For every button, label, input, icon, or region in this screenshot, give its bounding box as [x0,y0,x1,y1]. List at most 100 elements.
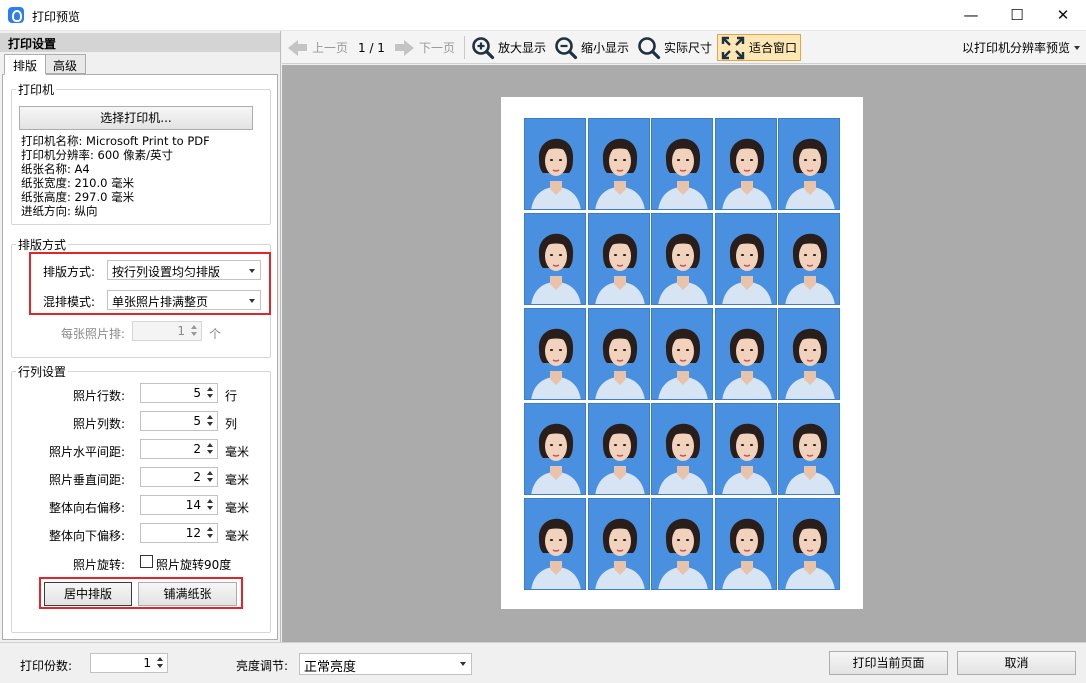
rotate-checkbox[interactable] [140,555,153,568]
arrow-left-icon [288,39,298,56]
offset-down-label: 整体向下偏移: [48,529,125,543]
per-photo-unit: 个 [209,327,222,341]
next-page-button[interactable]: 下一页 [395,31,455,64]
offset-down-stepper[interactable]: 12 [140,523,218,543]
photo-rows-value: 5 [193,386,201,400]
settings-panel: 打印设置 排版 高级 打印机 选择打印机... 打印机名称: Microsoft… [0,31,281,642]
fill-paper-button[interactable]: 铺满纸张 [138,582,237,606]
id-photo [714,498,777,590]
paper-height-text: 纸张高度: 297.0 毫米 [21,190,135,204]
v-spacing-label: 照片垂直间距: [48,473,125,487]
layout-mode-label: 排版方式: [43,265,96,279]
select-printer-button[interactable]: 选择打印机... [19,106,253,130]
id-photo [714,118,777,210]
photo-rows-stepper[interactable]: 5 [140,383,218,403]
tab-page-layout: 打印机 选择打印机... 打印机名称: Microsoft Print to P… [2,74,278,640]
h-spacing-stepper[interactable]: 2 [140,439,218,459]
rotate-checkbox-label[interactable]: 照片旋转90度 [156,556,231,573]
id-photo [778,213,840,305]
photo-rows-unit: 行 [225,389,238,403]
offset-down-unit: 毫米 [225,529,250,543]
id-photo [778,498,840,590]
printer-group-legend: 打印机 [18,83,55,97]
id-photo [651,308,713,400]
id-photo [778,118,840,210]
photo-cols-value: 5 [193,414,201,428]
offset-right-stepper[interactable]: 14 [140,495,218,515]
brightness-select[interactable]: 正常亮度 [299,653,472,675]
prev-page-button[interactable]: 上一页 [288,31,348,64]
preview-mode-label: 以打印机分辨率预览 [962,41,1071,55]
page-indicator: 1 / 1 [358,40,385,55]
paper-orientation-text: 进纸方向: 纵向 [21,204,98,218]
spinner-arrows-icon[interactable] [156,656,165,670]
id-photo [524,118,586,210]
zoom-out-label: 缩小显示 [581,41,630,55]
copies-label: 打印份数: [20,659,73,673]
zoom-in-button[interactable]: 放大显示 [471,31,546,64]
id-photo [587,118,650,210]
spinner-arrows-icon[interactable] [206,526,215,540]
fit-window-icon [721,36,745,59]
v-spacing-stepper[interactable]: 2 [140,467,218,487]
tab-layout[interactable]: 排版 [4,54,47,75]
paper-page [501,97,863,609]
arrow-left-tail [298,44,307,51]
id-photo [587,403,650,495]
magnifier-icon [638,36,661,59]
id-photo [524,308,586,400]
photo-cols-stepper[interactable]: 5 [140,411,218,431]
spinner-arrows-icon[interactable] [190,324,199,338]
copies-stepper[interactable]: 1 [90,653,168,673]
center-layout-button[interactable]: 居中排版 [44,582,132,606]
actual-size-button[interactable]: 实际尺寸 [637,31,712,64]
spinner-arrows-icon[interactable] [206,442,215,456]
id-photo [587,308,650,400]
zoom-out-icon [555,36,578,59]
arrow-right-tail [395,44,404,51]
maximize-button[interactable]: ☐ [994,0,1040,31]
preview-canvas[interactable] [282,65,1086,642]
id-photo [651,498,713,590]
chevron-down-icon [460,662,466,666]
preview-mode-dropdown[interactable]: 以打印机分辨率预览 [962,31,1081,64]
rotate-label: 照片旋转: [72,558,125,572]
spinner-arrows-icon[interactable] [206,386,215,400]
spinner-arrows-icon[interactable] [206,470,215,484]
spinner-arrows-icon[interactable] [206,498,215,512]
id-photo [587,213,650,305]
minimize-button[interactable]: — [948,0,994,31]
printer-name-text: 打印机名称: Microsoft Print to PDF [21,134,210,148]
zoom-out-button[interactable]: 缩小显示 [554,31,629,64]
id-photo [778,308,840,400]
id-photo [778,403,840,495]
next-page-label: 下一页 [419,41,456,55]
window-title: 打印预览 [32,10,81,24]
h-spacing-value: 2 [193,442,201,456]
h-spacing-unit: 毫米 [225,445,250,459]
per-photo-stepper[interactable]: 1 [132,321,202,341]
chevron-down-icon [249,299,255,303]
bottom-bar: 打印份数: 1 亮度调节: 正常亮度 打印当前页面 取消 [0,642,1086,683]
layout-group-legend: 排版方式 [18,238,67,252]
offset-right-unit: 毫米 [225,501,250,515]
v-spacing-unit: 毫米 [225,473,250,487]
close-button[interactable]: ✕ [1040,0,1086,31]
tab-advanced[interactable]: 高级 [44,54,87,74]
copies-value: 1 [143,656,151,670]
id-photo [524,403,586,495]
app-logo-icon [8,7,24,23]
zoom-in-label: 放大显示 [498,41,547,55]
mix-mode-select[interactable]: 单张照片排满整页 [107,290,261,310]
panel-header: 打印设置 [0,33,280,52]
h-spacing-label: 照片水平间距: [48,445,125,459]
spinner-arrows-icon[interactable] [206,414,215,428]
id-photo [524,213,586,305]
per-photo-value: 1 [177,324,185,338]
offset-down-value: 12 [185,526,201,540]
fit-window-content: 适合窗口 [721,31,797,64]
layout-mode-select[interactable]: 按行列设置均匀排版 [107,260,261,280]
cancel-button[interactable]: 取消 [957,651,1076,675]
brightness-label: 亮度调节: [236,659,289,673]
print-current-page-button[interactable]: 打印当前页面 [829,651,948,675]
